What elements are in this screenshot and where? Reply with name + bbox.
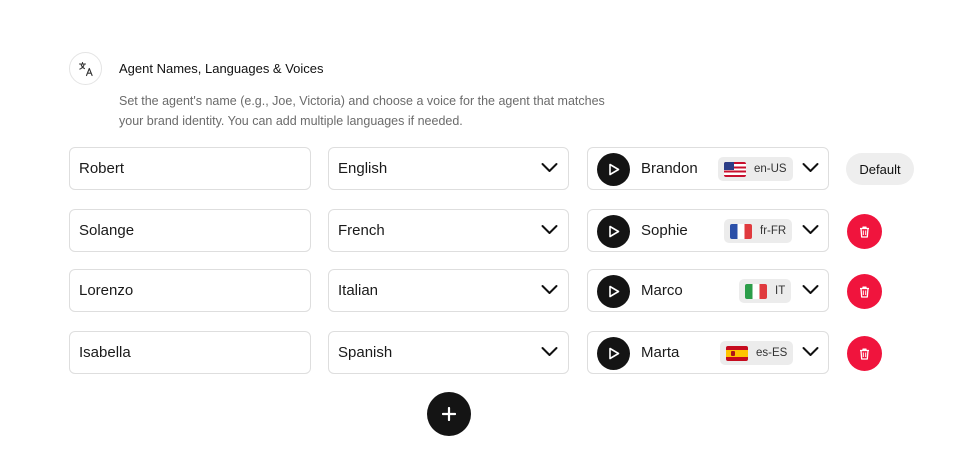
agent-name-input[interactable]: Lorenzo: [69, 269, 311, 312]
play-voice-button[interactable]: [597, 337, 630, 370]
agent-row: Robert English Brandon en-US Default: [0, 147, 960, 191]
play-voice-button[interactable]: [597, 153, 630, 186]
locale-badge: IT: [739, 279, 792, 303]
locale-badge: en-US: [718, 157, 793, 181]
voice-name: Marco: [641, 282, 683, 299]
delete-language-button[interactable]: [847, 214, 882, 249]
agent-name-input[interactable]: Isabella: [69, 331, 311, 374]
language-select[interactable]: Spanish: [328, 331, 569, 374]
agent-name-input[interactable]: Robert: [69, 147, 311, 190]
locale-code: fr-FR: [760, 225, 787, 237]
delete-language-button[interactable]: [847, 274, 882, 309]
language-select[interactable]: Italian: [328, 269, 569, 312]
play-icon: [608, 285, 619, 298]
play-voice-button[interactable]: [597, 215, 630, 248]
section-description: Set the agent's name (e.g., Joe, Victori…: [119, 94, 605, 128]
trash-icon: [860, 226, 869, 238]
chevron-down-icon: [541, 285, 558, 294]
voice-name: Sophie: [641, 222, 688, 239]
play-icon: [608, 163, 619, 176]
locale-code: en-US: [754, 163, 787, 175]
chevron-down-icon: [541, 347, 558, 356]
us-flag-icon: [724, 161, 746, 177]
voice-select[interactable]: Sophie fr-FR: [587, 209, 829, 252]
language-value: French: [338, 222, 385, 239]
play-icon: [608, 347, 619, 360]
chevron-down-icon: [802, 163, 819, 172]
language-value: Italian: [338, 282, 379, 299]
locale-code: IT: [775, 285, 786, 297]
language-value: Spanish: [338, 344, 393, 361]
chevron-down-icon: [541, 163, 558, 172]
language-select[interactable]: French: [328, 209, 569, 252]
agent-row: Solange French Sophie fr-FR: [0, 209, 960, 253]
trash-icon: [860, 348, 869, 360]
italy-flag-icon: [745, 283, 767, 299]
chevron-down-icon: [802, 225, 819, 234]
locale-code: es-ES: [756, 347, 788, 359]
add-language-button[interactable]: [427, 392, 471, 436]
voice-select[interactable]: Marta es-ES: [587, 331, 829, 374]
translate-icon: [69, 52, 102, 85]
locale-badge: es-ES: [720, 341, 794, 365]
agent-row: Isabella Spanish Marta es-ES: [0, 331, 960, 375]
voice-select[interactable]: Marco IT: [587, 269, 829, 312]
play-icon: [608, 225, 619, 238]
voice-select[interactable]: Brandon en-US: [587, 147, 829, 190]
chevron-down-icon: [802, 285, 819, 294]
language-select[interactable]: English: [328, 147, 569, 190]
section-title: Agent Names, Languages & Voices: [119, 61, 324, 76]
chevron-down-icon: [802, 347, 819, 356]
chevron-down-icon: [541, 225, 558, 234]
spain-flag-icon: [726, 345, 748, 361]
play-voice-button[interactable]: [597, 275, 630, 308]
delete-language-button[interactable]: [847, 336, 882, 371]
plus-icon: [442, 407, 456, 421]
trash-icon: [860, 286, 869, 298]
language-value: English: [338, 160, 388, 177]
voice-name: Marta: [641, 344, 680, 361]
france-flag-icon: [730, 223, 752, 239]
default-badge[interactable]: Default: [846, 153, 914, 185]
voice-name: Brandon: [641, 160, 698, 177]
locale-badge: fr-FR: [724, 219, 793, 243]
agent-name-input[interactable]: Solange: [69, 209, 311, 252]
agent-row: Lorenzo Italian Marco IT: [0, 269, 960, 313]
